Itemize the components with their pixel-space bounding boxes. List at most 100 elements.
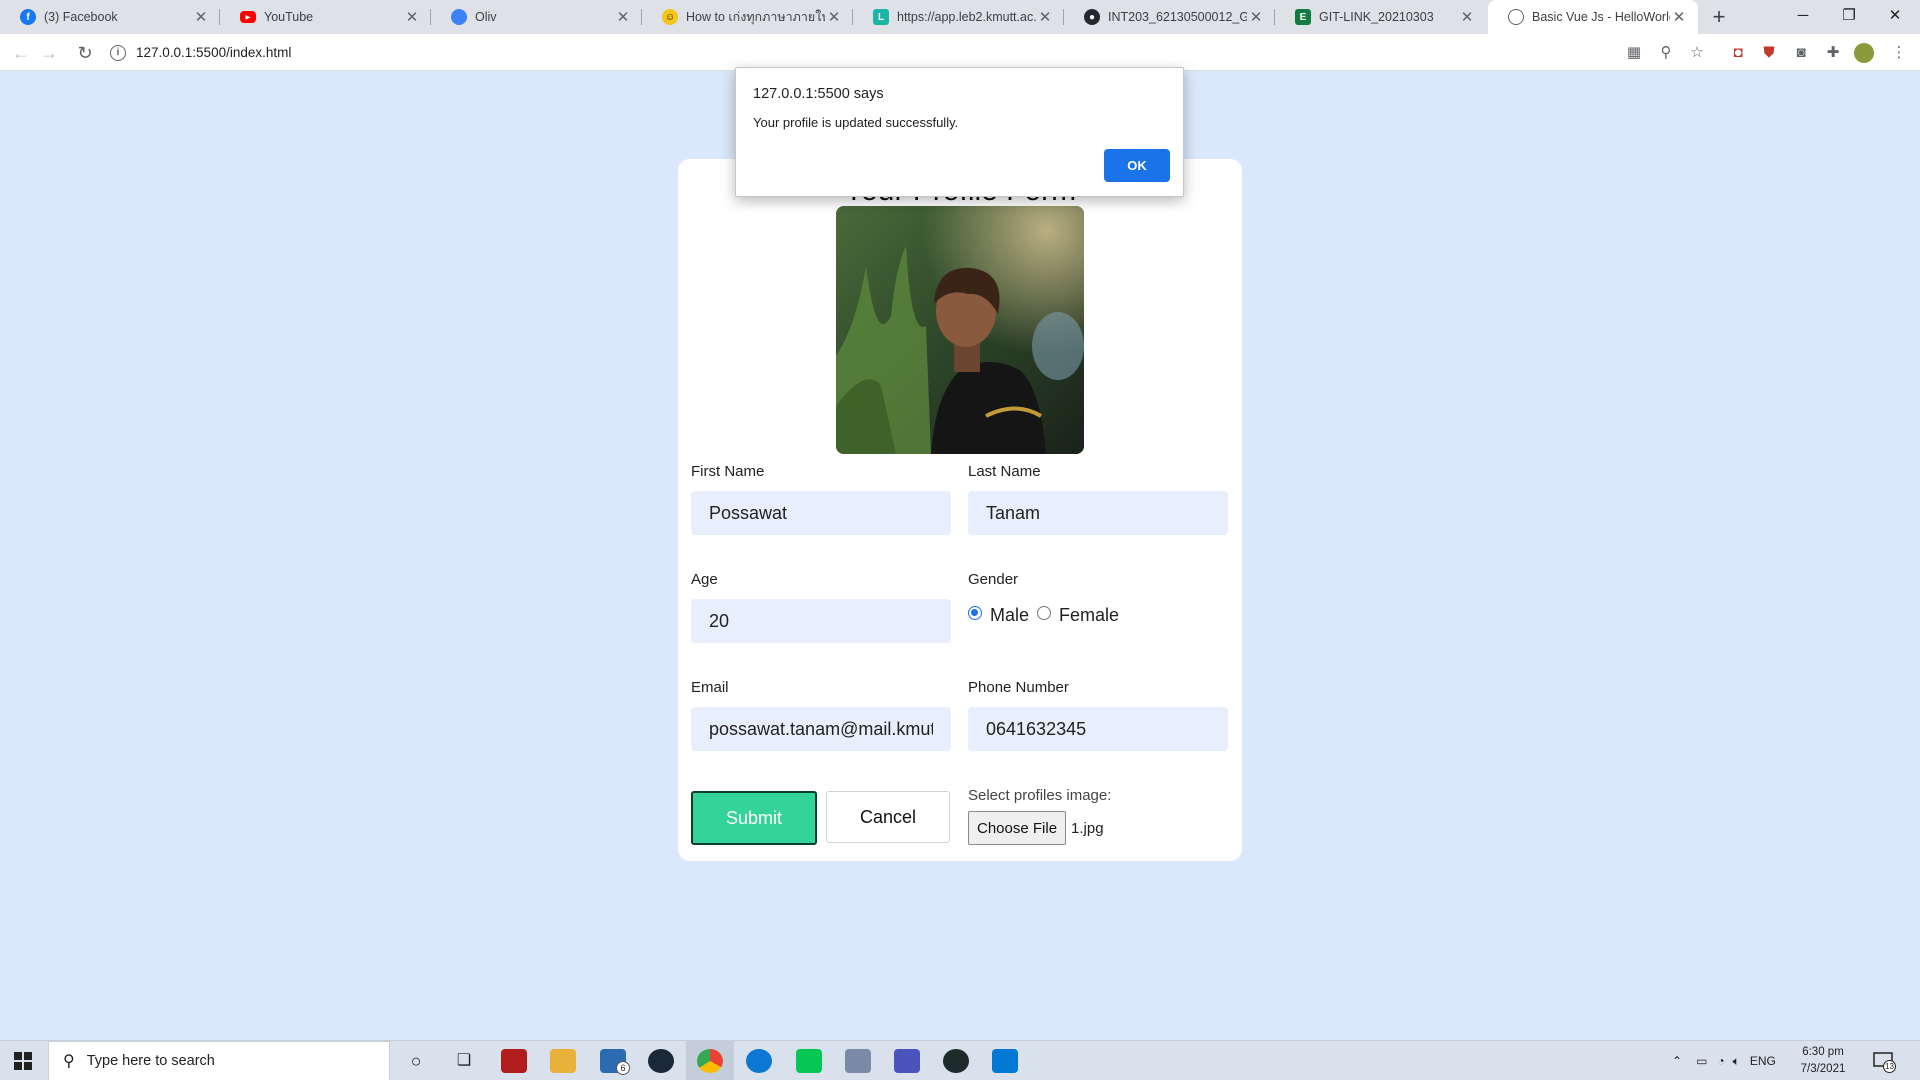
tab-youtube[interactable]: ▸ YouTube ✕: [220, 0, 431, 34]
tab-title: Basic Vue Js - HelloWorld A: [1532, 10, 1670, 24]
profile-photo-image: [836, 206, 1084, 454]
tab-github[interactable]: ● INT203_62130500012_Grou ✕: [1064, 0, 1275, 34]
gender-female-radio[interactable]: [1037, 605, 1052, 620]
browser-tab-bar: f (3) Facebook ✕ ▸ YouTube ✕ Oliv ✕ ☺ Ho…: [0, 0, 1920, 34]
address-bar[interactable]: i 127.0.0.1:5500/index.html: [110, 39, 1610, 66]
vscode-icon[interactable]: [992, 1049, 1018, 1073]
file-explorer-icon[interactable]: [550, 1049, 576, 1073]
image-select-label: Select profiles image:: [968, 787, 1112, 804]
first-name-field: First Name: [691, 463, 951, 535]
forward-button[interactable]: →: [36, 40, 62, 66]
tab-facebook[interactable]: f (3) Facebook ✕: [0, 0, 220, 34]
tab-title: GIT-LINK_20210303: [1319, 10, 1434, 24]
clock-time: 6:30 pm: [1802, 1046, 1844, 1058]
first-name-input[interactable]: [691, 491, 951, 535]
close-icon[interactable]: ✕: [614, 8, 632, 26]
choose-file-button[interactable]: Choose File: [968, 811, 1067, 845]
gender-radio-group: Male Female: [968, 605, 1127, 626]
wifi-icon[interactable]: ◔: [1717, 1054, 1724, 1068]
zoom-icon[interactable]: ⚲: [1655, 42, 1677, 64]
battery-icon[interactable]: ▭: [1696, 1054, 1707, 1068]
edge-icon[interactable]: [746, 1049, 772, 1073]
teams-icon[interactable]: [894, 1049, 920, 1073]
globe-icon: [1508, 9, 1524, 25]
youtube-icon: ▸: [240, 11, 256, 23]
taskbar-search[interactable]: ⚲ Type here to search: [48, 1041, 390, 1080]
puzzle-extensions-icon[interactable]: ✚: [1822, 42, 1844, 64]
profile-form-card: Your Profile Form: [678, 159, 1242, 861]
tab-title: Oliv: [475, 10, 497, 24]
tab-title: (3) Facebook: [44, 10, 118, 24]
age-input[interactable]: [691, 599, 951, 643]
messenger-app-icon[interactable]: [845, 1049, 871, 1073]
cancel-button[interactable]: Cancel: [826, 791, 950, 843]
volume-icon[interactable]: 🔈︎: [1733, 1054, 1740, 1069]
mail-icon[interactable]: 6: [600, 1049, 630, 1075]
gitkraken-icon[interactable]: [943, 1049, 969, 1073]
last-name-label: Last Name: [968, 463, 1041, 480]
gender-female-label[interactable]: Female: [1059, 605, 1119, 626]
submit-button[interactable]: Submit: [691, 791, 817, 845]
tab-title: https://app.leb2.kmutt.ac.th: [897, 10, 1036, 24]
oliv-icon: [451, 9, 467, 25]
close-window-button[interactable]: ✕: [1872, 0, 1918, 34]
email-field: Email: [691, 679, 951, 751]
gender-male-label[interactable]: Male: [990, 605, 1029, 626]
more-menu-icon[interactable]: ⋮: [1888, 42, 1910, 64]
bookmark-star-icon[interactable]: ☆: [1686, 42, 1708, 64]
search-icon: ⚲: [63, 1053, 75, 1070]
tab-title: INT203_62130500012_Grou: [1108, 10, 1247, 24]
extension-icon[interactable]: ◙: [1790, 42, 1812, 64]
close-icon[interactable]: ✕: [1247, 8, 1265, 26]
tab-leb2[interactable]: L https://app.leb2.kmutt.ac.th ✕: [853, 0, 1064, 34]
close-icon[interactable]: ✕: [192, 8, 210, 26]
close-icon[interactable]: ✕: [825, 8, 843, 26]
task-view-icon[interactable]: ❏: [451, 1049, 477, 1073]
tab-title: YouTube: [264, 10, 314, 24]
alert-dialog: 127.0.0.1:5500 says Your profile is upda…: [735, 67, 1184, 197]
close-icon[interactable]: ✕: [1670, 8, 1688, 26]
tab-title: How to เก่งทุกภาษาภายใน 6 เ: [686, 10, 825, 24]
restore-button[interactable]: ❐: [1826, 0, 1872, 34]
email-input[interactable]: [691, 707, 951, 751]
dialog-ok-button[interactable]: OK: [1104, 149, 1170, 182]
shield-extension-icon[interactable]: ⛊: [1758, 42, 1780, 64]
game-app-icon[interactable]: [501, 1049, 527, 1073]
first-name-label: First Name: [691, 463, 765, 480]
dialog-message: Your profile is updated successfully.: [753, 115, 959, 130]
system-tray: ⌃ ▭ ◔ 🔈︎ ENG: [1672, 1041, 1776, 1080]
last-name-input[interactable]: [968, 491, 1228, 535]
cortana-icon[interactable]: ○: [403, 1049, 429, 1073]
line-icon[interactable]: [796, 1049, 822, 1073]
notification-count-badge: 13: [1883, 1060, 1896, 1073]
reload-button[interactable]: ↻: [72, 40, 98, 66]
back-button[interactable]: ←: [8, 40, 34, 66]
last-name-field: Last Name: [968, 463, 1228, 535]
info-icon[interactable]: i: [110, 44, 126, 61]
pocket-extension-icon[interactable]: ◘: [1727, 42, 1749, 64]
close-icon[interactable]: ✕: [1458, 8, 1476, 26]
clock[interactable]: 6:30 pm 7/3/2021: [1792, 1044, 1854, 1078]
notification-center-icon[interactable]: 13: [1872, 1049, 1896, 1073]
profile-avatar[interactable]: [1853, 42, 1875, 64]
file-picker: Choose File 1.jpg: [968, 811, 1104, 845]
minimize-button[interactable]: ─: [1780, 0, 1826, 34]
chrome-icon[interactable]: [697, 1049, 723, 1073]
windows-taskbar: ⚲ Type here to search ○ ❏ 6 ⌃ ▭ ◔ 🔈︎ ENG…: [0, 1040, 1920, 1080]
tab-git-link[interactable]: E GIT-LINK_20210303 ✕: [1275, 0, 1486, 34]
new-tab-button[interactable]: +: [1706, 4, 1732, 30]
excel-icon: E: [1295, 9, 1311, 25]
close-icon[interactable]: ✕: [1036, 8, 1054, 26]
phone-field: Phone Number: [968, 679, 1228, 751]
chevron-up-icon[interactable]: ⌃: [1672, 1054, 1682, 1068]
tab-language-video[interactable]: ☺ How to เก่งทุกภาษาภายใน 6 เ ✕: [642, 0, 853, 34]
qr-code-icon[interactable]: ▦: [1623, 42, 1645, 64]
start-button[interactable]: [0, 1041, 46, 1080]
steam-icon[interactable]: [648, 1049, 674, 1073]
tab-oliv[interactable]: Oliv ✕: [431, 0, 642, 34]
close-icon[interactable]: ✕: [403, 8, 421, 26]
gender-male-radio[interactable]: [968, 605, 982, 620]
phone-input[interactable]: [968, 707, 1228, 751]
language-indicator[interactable]: ENG: [1750, 1054, 1776, 1068]
tab-basic-vue[interactable]: Basic Vue Js - HelloWorld A ✕: [1488, 0, 1698, 34]
